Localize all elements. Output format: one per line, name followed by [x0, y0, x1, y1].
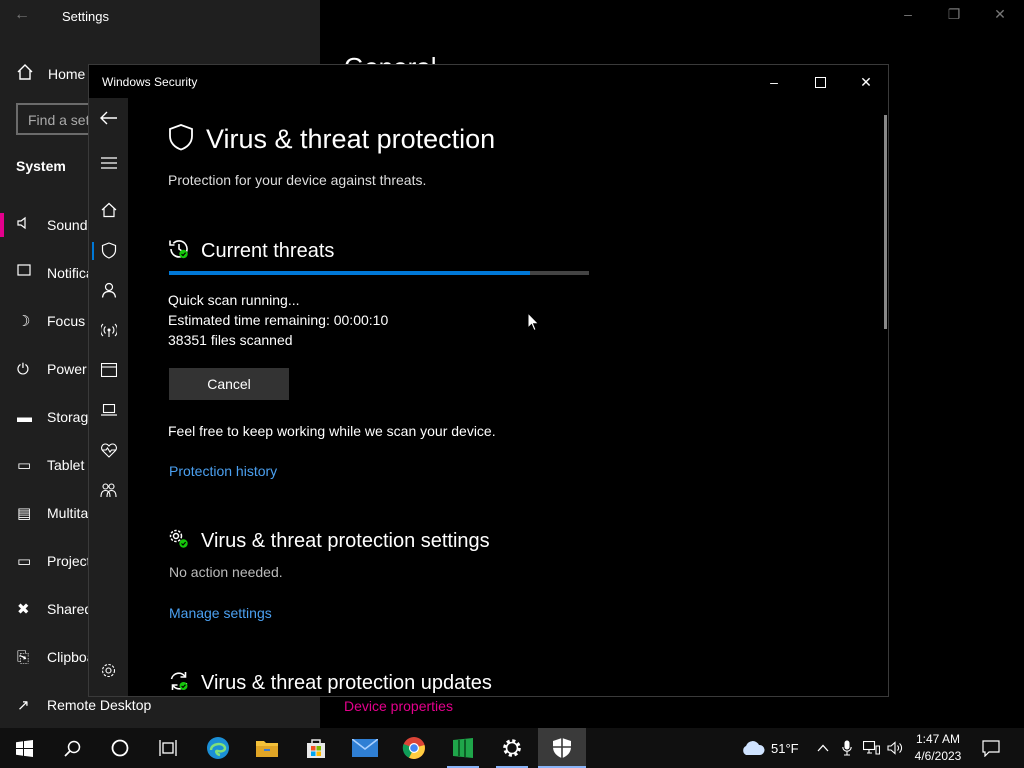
browser-control-icon[interactable] — [89, 355, 128, 385]
history-clock-icon — [168, 238, 190, 265]
search-icon[interactable] — [48, 728, 96, 768]
heart-health-icon[interactable] — [89, 435, 128, 465]
window-title: Windows Security — [102, 75, 198, 89]
notification-icon — [0, 264, 47, 282]
sidebar-item-tablet[interactable]: ▭ Tablet — [0, 453, 84, 477]
refresh-icon — [168, 670, 190, 697]
power-icon: ⏻ — [17, 360, 29, 378]
green-app-icon[interactable] — [439, 728, 487, 768]
cortana-icon[interactable] — [96, 728, 144, 768]
sidebar-item-label: Remote Desktop — [47, 697, 152, 713]
chrome-browser-icon[interactable] — [390, 728, 438, 768]
settings-home-link[interactable]: Home — [16, 63, 86, 86]
shield-icon — [168, 123, 194, 156]
security-nav — [89, 98, 128, 696]
home-icon[interactable] — [89, 195, 128, 225]
restore-icon[interactable]: ❐ — [944, 6, 964, 23]
sidebar-item-storage[interactable]: ▬ Storage — [0, 405, 96, 429]
settings-title: Settings — [62, 9, 109, 24]
close-icon[interactable]: ✕ — [990, 6, 1010, 23]
task-view-icon[interactable] — [144, 728, 192, 768]
back-arrow-icon[interactable]: ← — [14, 6, 30, 24]
shared-icon: ✖ — [17, 601, 30, 618]
home-label: Home — [48, 66, 86, 82]
windows-security-window: Windows Security – ✕ Virus & threat prot… — [88, 64, 889, 697]
microsoft-store-icon[interactable] — [292, 728, 340, 768]
page-title: Virus & threat protection — [168, 121, 495, 157]
hamburger-menu-icon[interactable] — [89, 148, 128, 178]
speaker-icon — [0, 216, 47, 234]
gear-icon[interactable] — [89, 655, 128, 685]
minimize-icon[interactable]: – — [751, 69, 797, 95]
scan-progress-bar — [169, 271, 589, 275]
taskbar: 51°F 1:47 AM 4/6/2023 — [0, 728, 1024, 768]
family-options-icon[interactable] — [89, 475, 128, 505]
edge-browser-icon[interactable] — [194, 728, 242, 768]
file-explorer-icon[interactable] — [243, 728, 291, 768]
device-properties-link[interactable]: Device properties — [344, 698, 453, 714]
chevron-up-icon[interactable] — [813, 738, 833, 758]
storage-icon: ▬ — [17, 408, 32, 426]
scan-status: Quick scan running... Estimated time rem… — [168, 290, 388, 350]
scan-status-text: Quick scan running... — [168, 292, 300, 308]
settings-status-text: No action needed. — [169, 564, 283, 580]
scan-note: Feel free to keep working while we scan … — [168, 423, 496, 439]
section-title: Virus & threat protection settings — [201, 529, 490, 552]
selected-indicator — [92, 242, 94, 260]
cancel-button[interactable]: Cancel — [169, 368, 289, 400]
section-title: Current threats — [201, 239, 335, 262]
shield-icon[interactable] — [89, 235, 128, 265]
device-security-icon[interactable] — [89, 395, 128, 425]
mail-icon[interactable] — [341, 728, 389, 768]
maximize-icon[interactable] — [797, 69, 843, 95]
page-subtitle: Protection for your device against threa… — [168, 172, 427, 188]
tablet-icon: ▭ — [17, 457, 32, 474]
files-scanned-text: 38351 files scanned — [168, 332, 293, 348]
section-title: Virus & threat protection updates — [201, 671, 492, 694]
network-monitor-icon[interactable] — [861, 738, 881, 758]
security-titlebar: Windows Security – ✕ — [89, 65, 888, 98]
protection-updates-heading: Virus & threat protection updates — [168, 670, 492, 696]
network-icon[interactable] — [89, 315, 128, 345]
clock-date: 4/6/2023 — [914, 749, 962, 763]
page-title-text: Virus & threat protection — [206, 123, 496, 154]
person-icon[interactable] — [89, 275, 128, 305]
system-heading: System — [16, 158, 66, 174]
volume-icon[interactable] — [885, 738, 905, 758]
sidebar-item-sound[interactable]: Sound — [0, 213, 87, 237]
time-remaining-text: Estimated time remaining: 00:00:10 — [168, 312, 389, 328]
settings-titlebar: ← Settings – ❐ ✕ — [0, 0, 1024, 32]
temperature-text[interactable]: 51°F — [771, 741, 799, 756]
clock[interactable]: 1:47 AM 4/6/2023 — [908, 731, 968, 765]
protection-settings-heading: Virus & threat protection settings — [168, 528, 490, 554]
selected-indicator — [0, 213, 4, 237]
scrollbar-thumb[interactable] — [884, 115, 887, 329]
notification-center-icon[interactable] — [981, 738, 1001, 758]
sidebar-item-label: Tablet — [47, 457, 85, 473]
home-icon — [16, 63, 36, 86]
clipboard-icon: ⎘ — [17, 648, 30, 666]
settings-gear-icon[interactable] — [488, 728, 536, 768]
minimize-icon[interactable]: – — [898, 6, 918, 22]
multitasking-icon: ▤ — [17, 505, 32, 522]
remote-desktop-icon: ↗ — [17, 697, 30, 714]
scan-progress-fill — [169, 271, 531, 275]
sidebar-item-label: Sound — [47, 217, 88, 233]
current-threats-heading: Current threats — [168, 238, 334, 264]
projecting-icon: ▭ — [17, 553, 32, 570]
protection-history-link[interactable]: Protection history — [169, 463, 277, 479]
gear-settings-icon — [168, 528, 190, 555]
manage-settings-link[interactable]: Manage settings — [169, 605, 272, 621]
back-arrow-icon[interactable] — [89, 103, 128, 133]
weather-cloud-icon[interactable] — [740, 738, 766, 758]
clock-time: 1:47 AM — [915, 732, 961, 746]
close-icon[interactable]: ✕ — [843, 69, 889, 95]
microphone-icon[interactable] — [837, 738, 857, 758]
windows-security-taskbar-icon[interactable] — [538, 728, 586, 768]
moon-icon: ☽ — [17, 313, 31, 330]
start-windows-icon[interactable] — [0, 728, 48, 768]
mouse-cursor-icon — [527, 311, 540, 337]
